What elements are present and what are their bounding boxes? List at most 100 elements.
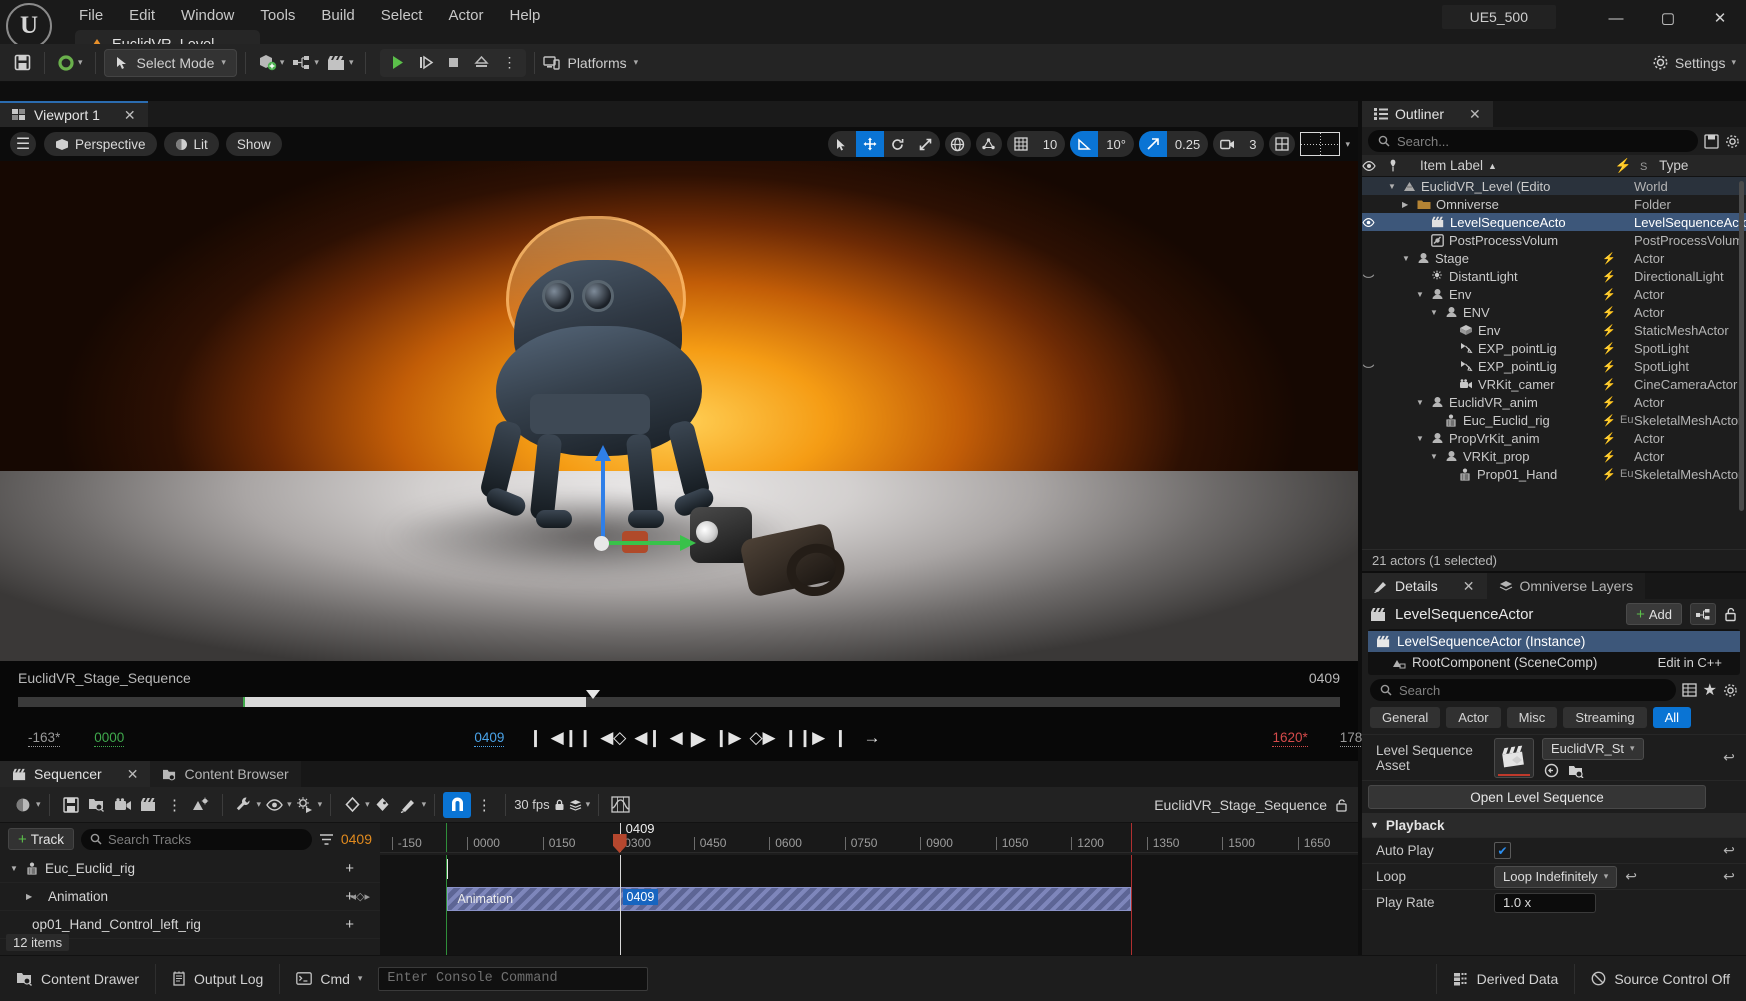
- outliner-row[interactable]: ▶ Omniverse Folder: [1362, 195, 1746, 213]
- fps-control[interactable]: 30 fps ▾: [514, 797, 590, 812]
- scrub-track[interactable]: [18, 690, 1340, 707]
- asset-dropdown[interactable]: EuclidVR_St ▾: [1542, 737, 1644, 760]
- fps-stack-icon[interactable]: [569, 799, 582, 811]
- type-column-header[interactable]: S Type: [1634, 158, 1746, 173]
- row-expander-icon[interactable]: ▼: [1416, 434, 1426, 443]
- track-expander-icon[interactable]: ▼: [10, 864, 20, 873]
- lit-dropdown[interactable]: Lit: [163, 132, 219, 156]
- tab-content-browser[interactable]: Content Browser: [150, 761, 301, 787]
- outliner-row-label[interactable]: ▼ EuclidVR_anim: [1388, 395, 1598, 410]
- menu-build[interactable]: Build: [308, 4, 367, 27]
- save-icon[interactable]: [8, 49, 36, 77]
- settings-button[interactable]: Settings ▾: [1652, 54, 1736, 71]
- outliner-tree[interactable]: ▼ EuclidVR_Level (Edito World ▶ Omniverse Fol…: [1362, 177, 1746, 549]
- outliner-row-label[interactable]: Euc_Euclid_rig: [1388, 413, 1598, 428]
- add-component-button[interactable]: + Add: [1626, 603, 1682, 625]
- row-expander-icon[interactable]: ▼: [1402, 254, 1412, 263]
- rotation-snap-value[interactable]: 10°: [1098, 137, 1134, 152]
- outliner-row[interactable]: ▼ EuclidVR_anim ⚡ Actor: [1362, 393, 1746, 411]
- browse-to-asset-icon[interactable]: [1568, 763, 1584, 778]
- menu-tools[interactable]: Tools: [247, 4, 308, 27]
- outliner-row[interactable]: VRKit_camer ⚡ CineCameraActor: [1362, 375, 1746, 393]
- animation-section[interactable]: Animation: [447, 887, 1132, 911]
- world-space-icon[interactable]: [944, 132, 971, 156]
- row-expander-icon[interactable]: ▶: [1402, 200, 1412, 209]
- outliner-row[interactable]: DistantLight ⚡ DirectionalLight: [1362, 267, 1746, 285]
- browse-back-icon[interactable]: [1544, 763, 1559, 778]
- set-start-icon[interactable]: ❙: [528, 728, 542, 748]
- outliner-row[interactable]: ▼ VRKit_prop ⚡ Actor: [1362, 447, 1746, 465]
- outliner-row[interactable]: ▼ EuclidVR_Level (Edito World: [1362, 177, 1746, 195]
- sequencer-track-row[interactable]: ▶ Animation + ◂◇▸: [0, 883, 380, 911]
- outliner-row[interactable]: Env ⚡ StaticMeshActor: [1362, 321, 1746, 339]
- select-mode-button[interactable]: Select Mode ▾: [103, 48, 237, 77]
- sequencer-save-icon[interactable]: [58, 792, 84, 818]
- visibility-options-icon[interactable]: [261, 792, 287, 818]
- snap-toggle-button[interactable]: [443, 791, 472, 818]
- jump-start-icon[interactable]: ◀❙❙: [551, 728, 593, 748]
- outliner-search-input[interactable]: Search...: [1368, 130, 1698, 152]
- outliner-row-label[interactable]: Env: [1388, 323, 1598, 338]
- outliner-row[interactable]: ▼ ENV ⚡ Actor: [1362, 303, 1746, 321]
- close-icon[interactable]: ✕: [124, 107, 136, 124]
- menu-file[interactable]: File: [66, 4, 116, 27]
- row-expander-icon[interactable]: ▼: [1430, 452, 1440, 461]
- reset-loop[interactable]: ↩: [1712, 868, 1746, 885]
- move-tool-icon[interactable]: [855, 131, 884, 157]
- edit-pencil-icon[interactable]: [396, 792, 422, 818]
- outliner-scrollbar[interactable]: [1739, 181, 1744, 511]
- outliner-row-label[interactable]: DistantLight: [1388, 269, 1598, 284]
- cmd-dropdown[interactable]: Cmd ▾: [280, 964, 378, 994]
- grid-snap-icon[interactable]: [1007, 131, 1035, 157]
- scale-tool-icon[interactable]: [912, 131, 940, 157]
- vp-current-frame[interactable]: 0409: [474, 730, 505, 747]
- outliner-row[interactable]: ▼ Stage ⚡ Actor: [1362, 249, 1746, 267]
- outliner-row-label[interactable]: PostProcessVolum: [1388, 233, 1598, 248]
- filter-actor[interactable]: Actor: [1446, 707, 1501, 728]
- play-forward-icon[interactable]: ▶: [691, 726, 706, 751]
- close-icon[interactable]: ✕: [1463, 578, 1475, 595]
- viewport-menu-icon[interactable]: ☰: [10, 132, 36, 156]
- vp-start-range[interactable]: -163*: [28, 730, 61, 747]
- skip-button[interactable]: [411, 49, 439, 77]
- menu-edit[interactable]: Edit: [116, 4, 168, 27]
- render-movie-icon[interactable]: [136, 792, 162, 818]
- tab-omniverse-layers[interactable]: Omniverse Layers: [1486, 573, 1646, 599]
- row-visibility-icon[interactable]: [1362, 217, 1388, 227]
- gizmo-center[interactable]: [594, 536, 609, 551]
- prev-key-icon[interactable]: ◀◇: [600, 728, 626, 748]
- outliner-row[interactable]: Euc_Euclid_rig ⚡ Eu SkeletalMeshActor: [1362, 411, 1746, 429]
- outliner-row[interactable]: PostProcessVolum PostProcessVolum: [1362, 231, 1746, 249]
- playhead-marker[interactable]: [612, 834, 627, 853]
- scale-snap-value[interactable]: 0.25: [1167, 137, 1208, 152]
- playback-section-header[interactable]: ▼ Playback: [1362, 813, 1746, 837]
- scale-snap-icon[interactable]: [1138, 131, 1167, 157]
- menu-actor[interactable]: Actor: [435, 4, 496, 27]
- transform-gizmo[interactable]: [594, 445, 720, 569]
- select-tool-icon[interactable]: [828, 131, 856, 157]
- outliner-row[interactable]: EXP_pointLig ⚡ SpotLight: [1362, 357, 1746, 375]
- key-interpolation-icon[interactable]: [339, 792, 365, 818]
- loop-mode-icon[interactable]: →: [863, 728, 880, 748]
- chevron-down-icon[interactable]: ▾: [1345, 139, 1350, 150]
- track-search-input[interactable]: Search Tracks: [81, 828, 312, 850]
- auto-play-checkbox[interactable]: ✔: [1494, 842, 1511, 859]
- asset-thumbnail[interactable]: [1494, 737, 1534, 778]
- close-icon[interactable]: ✕: [127, 766, 139, 783]
- console-command-input[interactable]: Enter Console Command: [378, 966, 649, 991]
- component-row-root[interactable]: RootComponent (SceneComp) Edit in C++: [1368, 652, 1740, 673]
- outliner-row-label[interactable]: VRKit_camer: [1388, 377, 1598, 392]
- outliner-row-label[interactable]: ▶ Omniverse: [1388, 197, 1598, 212]
- row-visibility-icon[interactable]: [1362, 273, 1388, 280]
- tab-details[interactable]: Details ✕: [1362, 573, 1487, 599]
- key-nav-icons[interactable]: ◂◇▸: [350, 890, 370, 903]
- sequence-lock-icon[interactable]: [1335, 798, 1348, 812]
- play-rate-input[interactable]: 1.0 x: [1494, 892, 1596, 913]
- gizmo-z-axis[interactable]: [595, 445, 611, 541]
- row-expander-icon[interactable]: ▼: [1388, 182, 1398, 191]
- create-camera-icon[interactable]: [110, 792, 136, 818]
- reset-auto-play[interactable]: ↩: [1712, 842, 1746, 859]
- stop-button[interactable]: [439, 49, 467, 77]
- outliner-row-label[interactable]: ▼ VRKit_prop: [1388, 449, 1598, 464]
- filter-streaming[interactable]: Streaming: [1563, 707, 1647, 728]
